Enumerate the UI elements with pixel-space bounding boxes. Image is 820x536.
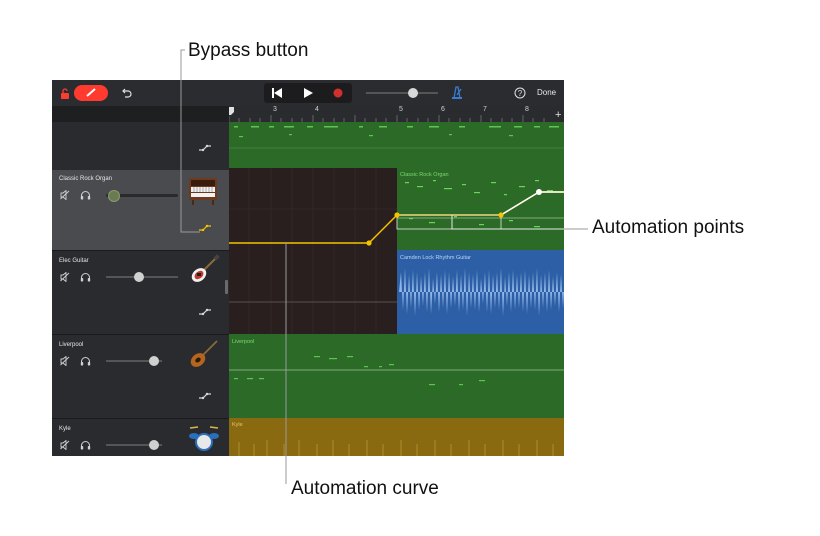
points-leader-line	[451, 215, 588, 230]
bypass-leader-line	[180, 49, 200, 233]
callout-lines	[180, 49, 588, 484]
